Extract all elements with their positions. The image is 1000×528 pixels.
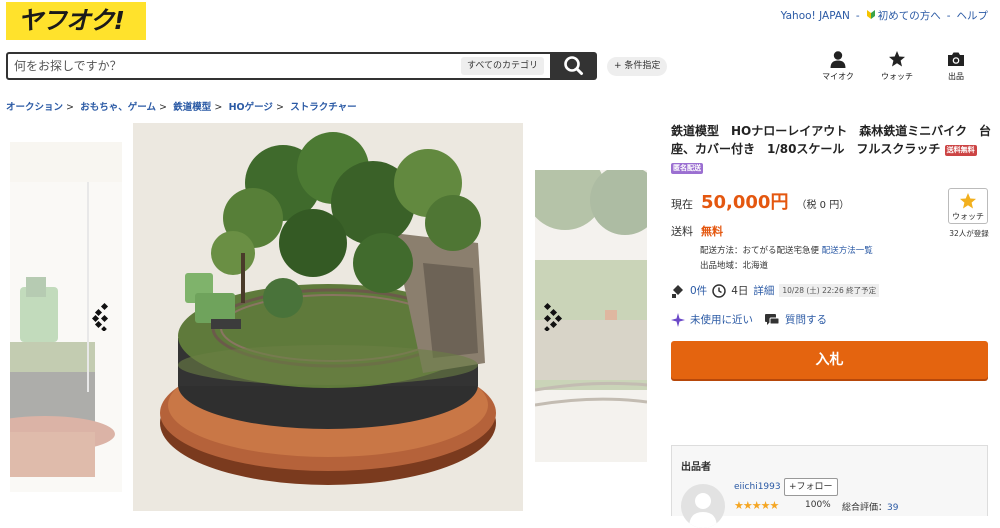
rating-percent: 100% — [805, 500, 831, 510]
price-row: 現在 50,000円 （税 0 円） — [671, 188, 849, 214]
seller-panel: 出品者 eiichi1993 +フォロー ★★★★★ 100% 総合評価：39 — [671, 445, 988, 528]
beginner-link[interactable]: 初めての方へ — [866, 8, 941, 23]
breadcrumb-ho-gauge[interactable]: HOゲージ — [229, 102, 273, 113]
anonymous-shipping-badge: 匿名配送 — [671, 163, 703, 174]
auction-meta: 0件 4日 詳細 10/28 (土) 22:26 終了予定 — [671, 283, 880, 298]
chat-icon — [765, 313, 780, 325]
help-link[interactable]: ヘルプ — [957, 8, 989, 23]
time-left: 4日 — [731, 285, 749, 297]
breadcrumb-structures[interactable]: ストラクチャー — [290, 102, 356, 113]
myauction-button[interactable]: マイオク — [816, 50, 860, 82]
sell-button[interactable]: 出品 — [934, 50, 978, 82]
rating-stars: ★★★★★ — [734, 499, 779, 512]
camera-icon — [948, 52, 964, 66]
search-input[interactable] — [8, 54, 438, 78]
breadcrumb-railway-models[interactable]: 鉄道模型 — [173, 102, 211, 113]
end-time: 10/28 (土) 22:26 終了予定 — [779, 284, 880, 297]
star-icon — [960, 193, 976, 209]
search-button[interactable] — [552, 52, 597, 80]
seller-name[interactable]: eiichi1993 — [734, 482, 781, 492]
next-image-arrow-icon[interactable] — [543, 301, 567, 331]
seller-heading: 出品者 — [681, 462, 711, 473]
user-icon — [830, 51, 846, 68]
bid-count[interactable]: 0件 — [690, 283, 707, 298]
shipping-methods-link[interactable]: 配送方法一覧 — [822, 246, 873, 256]
bid-button[interactable]: 入札 — [671, 341, 988, 379]
clock-icon — [712, 283, 726, 298]
yahoo-japan-link[interactable]: Yahoo! JAPAN — [781, 10, 850, 22]
shipping-region: 出品地域：北海道 — [700, 261, 769, 271]
yahoo-auction-logo[interactable]: ヤフオク! — [6, 2, 146, 40]
tax-amount: （税 0 円） — [796, 200, 850, 211]
search-box: すべてのカテゴリ — [6, 52, 552, 80]
shipping-label: 送料 — [671, 225, 693, 238]
current-price: 50,000円 — [701, 192, 789, 213]
sparkle-icon — [671, 312, 685, 327]
watch-button[interactable]: ウォッチ — [948, 188, 988, 224]
total-rating: 総合評価：39 — [842, 503, 899, 513]
category-select[interactable]: すべてのカテゴリ — [460, 57, 544, 75]
condition-row: 未使用に近い 質問する — [671, 312, 827, 327]
hammer-icon — [672, 284, 683, 298]
main-product-image[interactable] — [133, 123, 523, 511]
price-label: 現在 — [671, 198, 693, 211]
breadcrumb-toys[interactable]: おもちゃ、ゲーム — [80, 102, 156, 113]
seller-avatar[interactable] — [681, 484, 725, 528]
beginner-mark-icon — [866, 10, 875, 19]
shipping-row: 送料 無料 — [671, 223, 723, 239]
question-link[interactable]: 質問する — [785, 312, 827, 327]
star-icon — [889, 51, 905, 67]
shipping-method: 配送方法：おてがる配送宅急便 — [700, 246, 820, 256]
search-icon — [564, 56, 583, 75]
watchlist-button[interactable]: ウォッチ — [875, 50, 919, 82]
follow-button[interactable]: +フォロー — [784, 478, 838, 496]
item-condition[interactable]: 未使用に近い — [690, 312, 753, 327]
header: ヤフオク! Yahoo! JAPAN - 初めての方へ - ヘルプ すべてのカテ… — [0, 0, 1000, 95]
detail-link[interactable]: 詳細 — [753, 283, 774, 298]
top-links: Yahoo! JAPAN - 初めての方へ - ヘルプ — [780, 8, 989, 23]
item-title: 鉄道模型 HOナローレイアウト 森林鉄道ミニバイク 台座、カバー付き 1/80ス… — [671, 124, 992, 174]
condition-button[interactable]: + 条件指定 — [607, 57, 668, 76]
watch-count: 32人が登録 — [949, 229, 989, 238]
breadcrumb: オークション > おもちゃ、ゲーム > 鉄道模型 > HOゲージ > ストラクチャー — [6, 102, 357, 113]
total-rating-value[interactable]: 39 — [887, 503, 898, 513]
shipping-details: 配送方法：おてがる配送宅急便 配送方法一覧 出品地域：北海道 — [700, 244, 873, 274]
breadcrumb-auction[interactable]: オークション — [6, 102, 63, 113]
free-shipping-badge: 送料無料 — [944, 145, 977, 156]
previous-image-arrow-icon[interactable] — [92, 301, 116, 331]
shipping-value: 無料 — [701, 225, 723, 238]
